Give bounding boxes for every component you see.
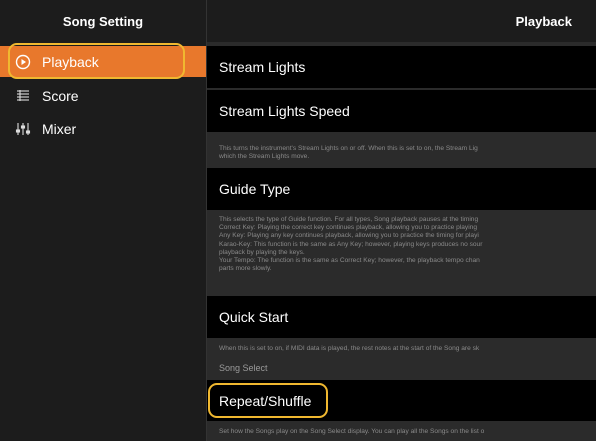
setting-label: Stream Lights (219, 59, 306, 75)
quick-start-description: When this is set to on, if MIDI data is … (219, 345, 480, 352)
setting-label: Repeat/Shuffle (219, 392, 312, 409)
setting-repeat-shuffle[interactable]: Repeat/Shuffle (207, 380, 596, 421)
score-icon (14, 87, 32, 105)
setting-label: Quick Start (219, 309, 289, 325)
sidebar-item-label: Playback (42, 53, 99, 70)
sidebar-item-label: Mixer (42, 120, 77, 137)
setting-quick-start[interactable]: Quick Start (207, 296, 596, 338)
guide-type-description: This selects the type of Guide function.… (219, 216, 483, 273)
setting-stream-lights-speed[interactable]: Stream Lights Speed (207, 90, 596, 132)
setting-guide-type[interactable]: Guide Type (207, 168, 596, 210)
mixer-icon (14, 120, 32, 138)
page-title: Playback (207, 0, 596, 42)
sidebar-item-playback[interactable]: Playback (0, 46, 206, 77)
sidebar-item-score[interactable]: Score (0, 80, 206, 111)
sidebar-title: Song Setting (62, 13, 144, 29)
sidebar-item-label: Score (42, 87, 79, 104)
play-circle-icon (14, 53, 32, 71)
setting-stream-lights[interactable]: Stream Lights (207, 46, 596, 88)
sidebar-item-mixer[interactable]: Mixer (0, 113, 206, 144)
section-label-song-select: Song Select (219, 363, 268, 373)
setting-label: Stream Lights Speed (219, 103, 350, 119)
setting-label: Guide Type (219, 181, 291, 197)
stream-lights-description: This turns the instrument's Stream Light… (219, 145, 478, 161)
repeat-shuffle-description: Set how the Songs play on the Song Selec… (219, 428, 485, 435)
